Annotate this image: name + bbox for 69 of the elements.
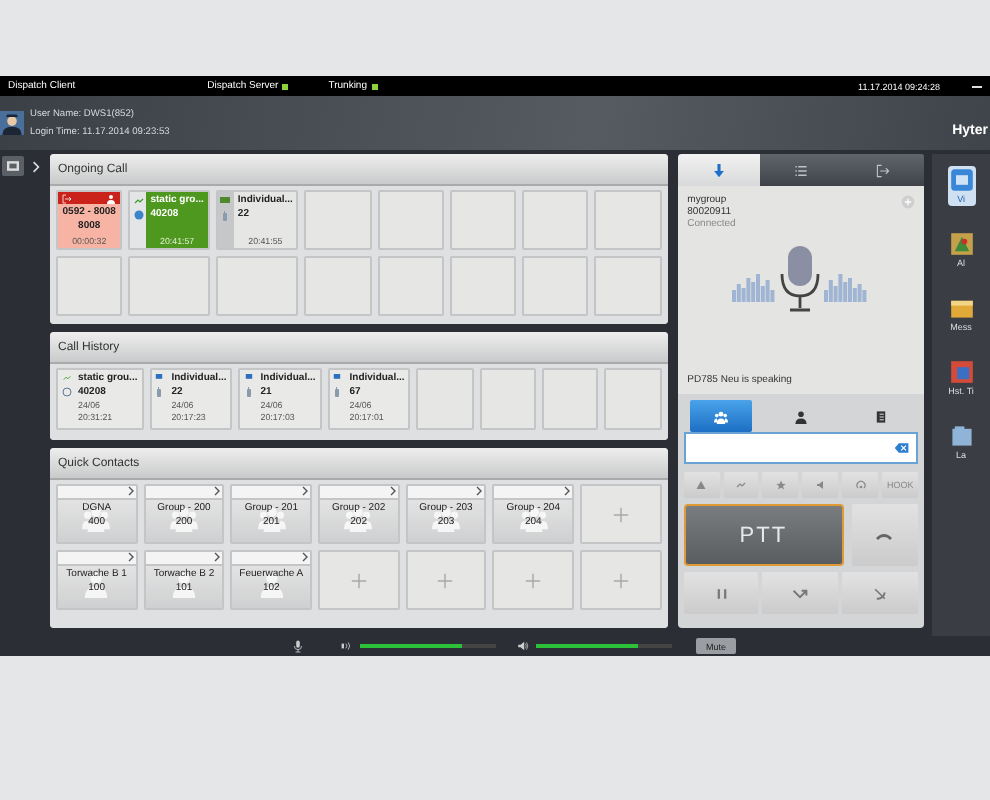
app-icon xyxy=(949,232,974,256)
panel-tab[interactable] xyxy=(759,154,842,186)
function-key[interactable] xyxy=(683,472,720,498)
panel-tab[interactable] xyxy=(841,154,925,186)
minimize-button[interactable] xyxy=(972,85,982,87)
empty-slot xyxy=(304,256,372,316)
chevron-icon xyxy=(474,486,485,496)
chevron-icon xyxy=(212,486,223,496)
chevron-icon xyxy=(212,552,223,562)
chevron-icon xyxy=(387,486,398,496)
download-icon xyxy=(711,163,726,177)
plus-icon xyxy=(524,571,543,589)
star-icon xyxy=(775,480,786,490)
announce-icon xyxy=(815,480,826,490)
add-contact-button[interactable] xyxy=(579,484,662,544)
empty-slot xyxy=(56,256,123,316)
app-icon xyxy=(949,168,974,192)
group-icon xyxy=(80,504,113,532)
exit-icon xyxy=(876,163,891,177)
app-icon xyxy=(949,360,974,384)
person-icon xyxy=(106,193,117,203)
function-key[interactable] xyxy=(842,472,879,498)
empty-slot xyxy=(594,256,662,316)
empty-slot xyxy=(215,256,299,316)
app-icon xyxy=(949,296,974,320)
plus-icon xyxy=(611,505,630,523)
add-contact-button[interactable] xyxy=(579,550,662,610)
microphone-icon xyxy=(292,638,304,654)
grid-icon xyxy=(5,160,20,172)
ptt-button[interactable]: PTT xyxy=(683,504,844,566)
app-icon xyxy=(949,424,974,448)
empty-slot xyxy=(128,256,210,316)
function-key[interactable] xyxy=(802,472,839,498)
chevron-icon xyxy=(299,486,310,496)
panel-tab[interactable] xyxy=(677,154,760,186)
chevron-icon xyxy=(299,552,310,562)
backspace-icon[interactable] xyxy=(892,440,913,456)
empty-slot xyxy=(377,256,444,316)
add-contact-button[interactable] xyxy=(317,550,400,610)
dial-tab[interactable] xyxy=(689,400,753,432)
function-key[interactable] xyxy=(762,472,799,498)
add-button-icon[interactable] xyxy=(900,194,917,210)
add-contact-button[interactable] xyxy=(492,550,574,610)
chevron-icon xyxy=(125,486,136,496)
empty-slot xyxy=(449,256,517,316)
grid-view-button[interactable] xyxy=(2,156,23,176)
chevron-icon xyxy=(561,486,572,496)
microphone-waveform-drawing xyxy=(732,242,869,314)
group-icon xyxy=(714,409,729,423)
chevron-icon xyxy=(29,159,42,173)
pause-icon xyxy=(713,585,730,601)
book-icon xyxy=(873,409,888,423)
empty-slot xyxy=(522,256,589,316)
dial-field[interactable] xyxy=(683,432,919,464)
transfer-button[interactable] xyxy=(762,572,839,614)
list-icon xyxy=(793,163,808,177)
plus-icon xyxy=(349,571,368,589)
avatar-icon xyxy=(0,106,24,140)
chevron-icon xyxy=(125,552,136,562)
person-icon xyxy=(793,409,808,423)
plus-icon xyxy=(611,571,630,589)
speaker-icon xyxy=(516,640,530,652)
warning-icon xyxy=(696,480,707,490)
transfer-icon xyxy=(792,585,809,601)
function-key[interactable] xyxy=(723,472,759,498)
plus-icon xyxy=(436,571,455,589)
add-contact-button[interactable] xyxy=(405,550,487,610)
monitor-icon xyxy=(855,480,866,490)
reject-icon xyxy=(872,585,889,601)
